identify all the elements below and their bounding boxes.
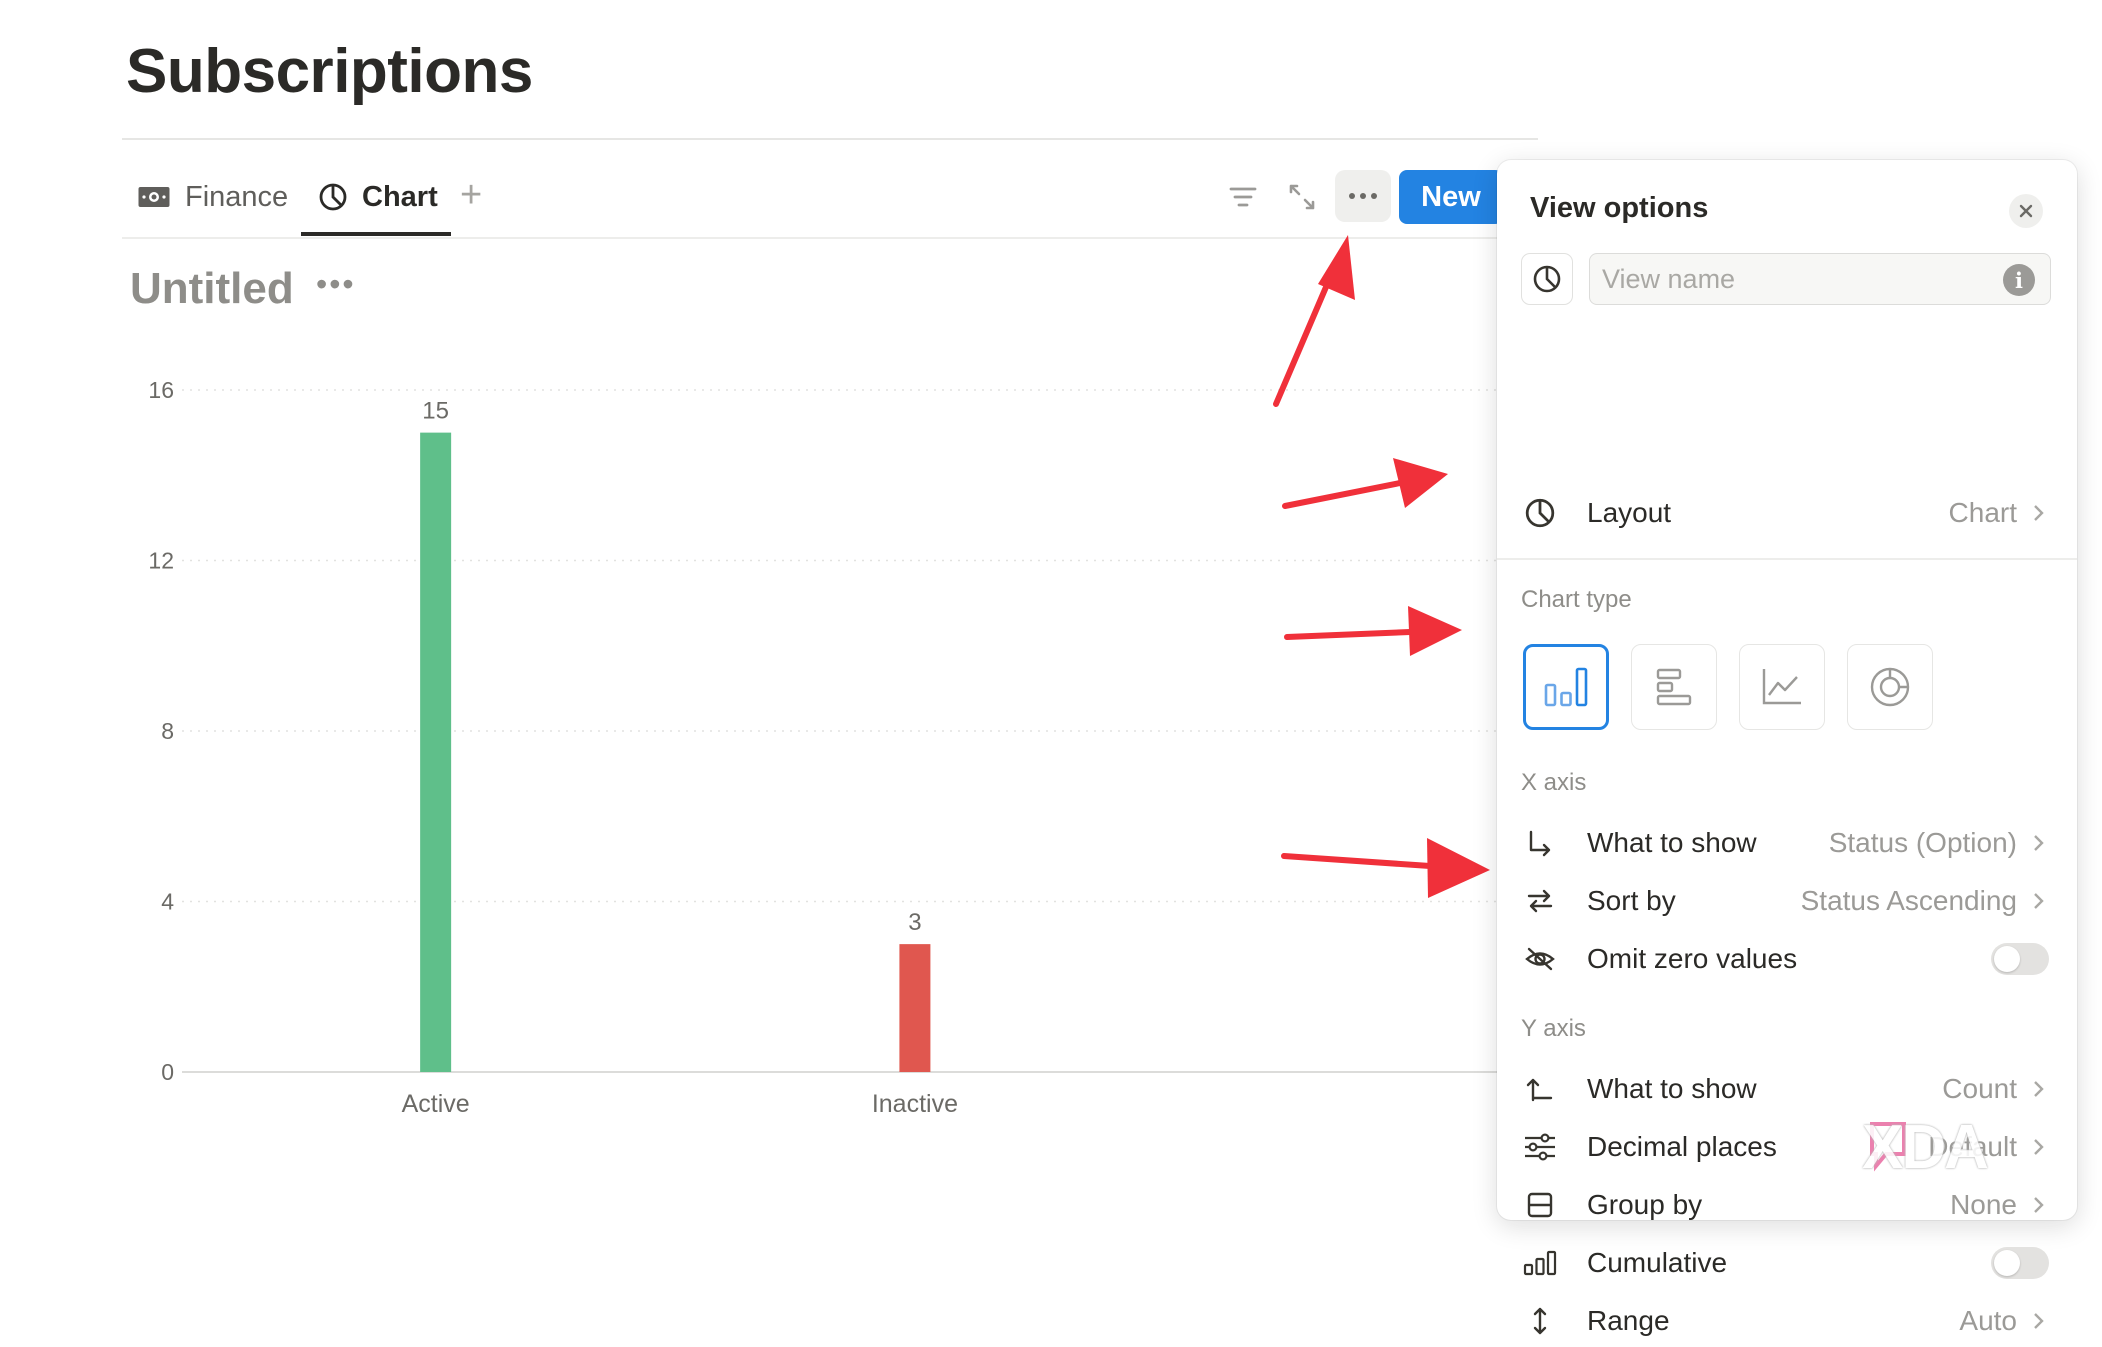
y-what-to-show-label: What to show (1587, 1073, 1757, 1104)
omit-zero-label: Omit zero values (1587, 943, 1798, 974)
decimal-places-row[interactable]: Decimal places Default (1497, 1121, 2077, 1173)
annotation-arrow (1282, 479, 1408, 509)
chart-icon (1525, 498, 1555, 528)
info-icon[interactable]: i (2003, 264, 2035, 296)
vertical-bar-chart-icon (1544, 667, 1588, 707)
line-chart-icon (1762, 669, 1801, 705)
xda-watermark: XDA (1862, 1113, 1989, 1182)
group-by-row[interactable]: Group by None (1497, 1179, 2077, 1231)
layout-label: Layout (1587, 497, 1672, 528)
chart-type-horizontal-bar-button[interactable] (1631, 644, 1717, 730)
chart-icon (1533, 265, 1561, 293)
sort-by-label: Sort by (1587, 885, 1676, 916)
omit-zero-toggle[interactable] (1991, 943, 2049, 975)
panel-divider (1497, 558, 2077, 560)
y-axis-arrow-icon (1526, 1078, 1553, 1102)
cumulative-bars-icon (1523, 1250, 1557, 1276)
group-by-value: None (1950, 1189, 2017, 1220)
range-row[interactable]: Range Auto (1497, 1295, 2077, 1347)
sort-by-row[interactable]: Sort by Status Ascending (1497, 875, 2077, 927)
range-value: Auto (1959, 1305, 2017, 1336)
view-icon-picker[interactable] (1521, 253, 1573, 305)
cumulative-toggle[interactable] (1991, 1247, 2049, 1279)
close-icon (2019, 204, 2033, 218)
layout-row[interactable]: Layout Chart (1497, 487, 2077, 539)
annotation-arrowhead (1427, 838, 1490, 898)
cumulative-row[interactable]: Cumulative (1497, 1237, 2077, 1289)
chart-type-donut-button[interactable] (1847, 644, 1933, 730)
horizontal-bar-chart-icon (1656, 668, 1692, 706)
cumulative-label: Cumulative (1587, 1247, 1728, 1278)
x-what-to-show-label: What to show (1587, 827, 1757, 858)
chevron-right-icon (2034, 1197, 2044, 1213)
close-button[interactable] (2009, 194, 2043, 228)
annotation-arrow (1284, 629, 1413, 640)
vertical-range-icon (1533, 1307, 1547, 1335)
annotation-arrow (1281, 853, 1433, 869)
sliders-icon (1525, 1133, 1555, 1161)
chevron-right-icon (2034, 505, 2044, 521)
chevron-right-icon (2034, 1139, 2044, 1155)
view-options-panel: View options i Layout Chart Chart type (1497, 160, 2077, 1336)
x-what-to-show-value: Status (Option) (1828, 827, 2017, 858)
x-axis-arrow-icon (1529, 830, 1551, 857)
chart-type-vertical-bar-button[interactable] (1523, 644, 1609, 730)
layout-value: Chart (1948, 497, 2017, 528)
annotation-arrowhead (1393, 458, 1448, 508)
group-by-label: Group by (1587, 1189, 1703, 1220)
range-label: Range (1587, 1305, 1670, 1336)
chart-type-section-label: Chart type (1521, 586, 1632, 613)
y-what-to-show-value: Count (1942, 1073, 2017, 1104)
x-what-to-show-row[interactable]: What to show Status (Option) (1497, 817, 2077, 869)
panel-title: View options (1530, 192, 1709, 224)
chevron-right-icon (2034, 835, 2044, 851)
sort-by-value: Status Ascending (1800, 885, 2017, 916)
y-axis-section-label: Y axis (1521, 1015, 1586, 1042)
eye-slash-icon (1525, 947, 1555, 971)
y-what-to-show-row[interactable]: What to show Count (1497, 1063, 2077, 1115)
chevron-right-icon (2034, 1081, 2044, 1097)
group-box-icon (1527, 1192, 1553, 1218)
annotation-arrowhead (1408, 606, 1462, 656)
chevron-right-icon (2034, 1313, 2044, 1329)
sort-arrows-icon (1527, 889, 1553, 913)
omit-zero-row[interactable]: Omit zero values (1497, 933, 2077, 985)
chart-type-line-button[interactable] (1739, 644, 1825, 730)
x-axis-section-label: X axis (1521, 769, 1587, 796)
donut-chart-icon (1870, 667, 1910, 707)
chevron-right-icon (2034, 893, 2044, 909)
view-name-input[interactable] (1589, 253, 2051, 305)
